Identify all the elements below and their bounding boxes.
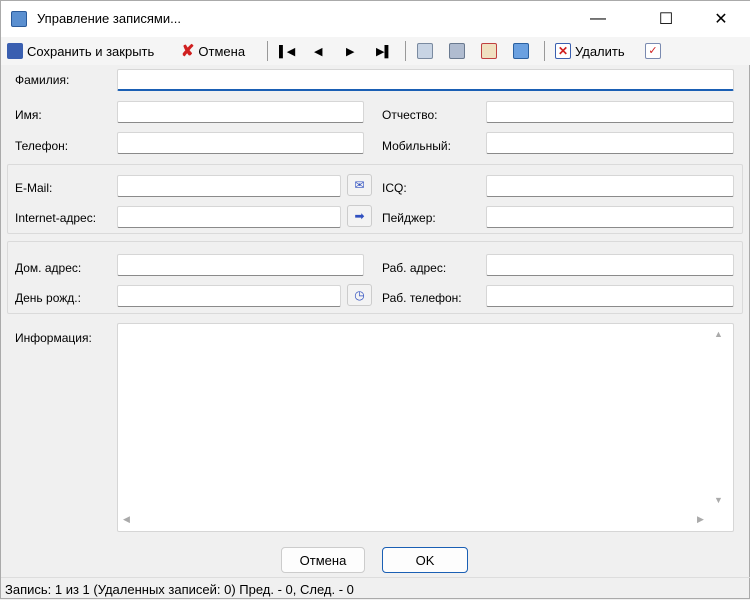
phone-input[interactable] — [117, 132, 364, 154]
contacts-icon — [449, 43, 465, 59]
clock-icon: ◷ — [354, 288, 365, 302]
home-address-label: Дом. адрес: — [15, 261, 82, 275]
separator — [405, 41, 406, 61]
cancel-toolbar-button[interactable]: ✘ Отмена — [181, 41, 245, 61]
app-icon — [11, 11, 27, 27]
delete-icon: ✕ — [555, 43, 571, 59]
send-email-button[interactable]: ✉ — [347, 174, 372, 196]
icq-label: ICQ: — [382, 181, 407, 195]
status-bar: Запись: 1 из 1 (Удаленных записей: 0) Пр… — [1, 577, 750, 600]
save-icon — [7, 43, 23, 59]
next-record-button[interactable]: ▶ — [346, 41, 354, 61]
cancel-label: Отмена — [198, 43, 246, 59]
open-url-button[interactable]: ➡ — [347, 205, 372, 227]
save-close-button[interactable]: Сохранить и закрыть — [7, 41, 154, 61]
separator — [544, 41, 545, 61]
cancel-button[interactable]: Отмена — [281, 547, 365, 573]
email-label: E-Mail: — [15, 181, 53, 195]
mobile-label: Мобильный: — [382, 139, 451, 153]
check-button[interactable]: ✓ — [645, 41, 661, 61]
surname-input[interactable] — [117, 69, 734, 91]
internet-icon — [513, 43, 529, 59]
web-button[interactable] — [513, 41, 529, 61]
patronymic-input[interactable] — [486, 101, 734, 123]
icq-input[interactable] — [486, 175, 734, 197]
ok-button[interactable]: OK — [382, 547, 468, 573]
checklist-icon — [481, 43, 497, 59]
contacts-button[interactable] — [449, 41, 465, 61]
internet-input[interactable] — [117, 206, 341, 228]
scroll-right-icon[interactable]: ▶ — [697, 514, 704, 525]
name-label: Имя: — [15, 108, 42, 122]
internet-label: Internet-адрес: — [15, 211, 97, 225]
info-textarea[interactable] — [117, 323, 734, 532]
scroll-left-icon[interactable]: ◀ — [123, 514, 130, 525]
mobile-input[interactable] — [486, 132, 734, 154]
document-check-icon: ✓ — [645, 43, 661, 59]
birthday-label: День рожд.: — [15, 291, 81, 305]
surname-label: Фамилия: — [15, 73, 70, 87]
name-input[interactable] — [117, 101, 364, 123]
prev-record-button[interactable]: ◀ — [314, 41, 322, 61]
info-label: Информация: — [15, 331, 92, 345]
phone-label: Телефон: — [15, 139, 69, 153]
email-input[interactable] — [117, 175, 341, 197]
maximize-button[interactable]: ☐ — [643, 1, 689, 37]
work-address-input[interactable] — [486, 254, 734, 276]
work-address-label: Раб. адрес: — [382, 261, 447, 275]
scroll-up-icon[interactable]: ▲ — [714, 329, 723, 339]
pager-label: Пейджер: — [382, 211, 436, 225]
envelope-icon: ✉ — [354, 178, 365, 192]
first-record-button[interactable]: ▌◀ — [279, 41, 295, 61]
pager-input[interactable] — [486, 206, 734, 228]
last-record-button[interactable]: ▶▌ — [376, 41, 392, 61]
close-button[interactable]: ✕ — [698, 1, 744, 37]
minimize-button[interactable]: — — [575, 1, 621, 37]
work-phone-input[interactable] — [486, 285, 734, 307]
scroll-down-icon[interactable]: ▼ — [714, 495, 723, 505]
delete-label: Удалить — [575, 43, 625, 59]
separator — [267, 41, 268, 61]
birthday-input[interactable] — [117, 285, 341, 307]
work-phone-label: Раб. телефон: — [382, 291, 462, 305]
cancel-x-icon: ✘ — [181, 43, 195, 60]
patronymic-label: Отчество: — [382, 108, 438, 122]
delete-button[interactable]: ✕ Удалить — [555, 41, 625, 61]
contact-card-icon — [417, 43, 433, 59]
date-picker-button[interactable]: ◷ — [347, 284, 372, 306]
save-close-label: Сохранить и закрыть — [27, 43, 155, 59]
tasks-button[interactable] — [481, 41, 497, 61]
arrow-right-icon: ➡ — [354, 209, 365, 223]
contact-card-button[interactable] — [417, 41, 433, 61]
window-title: Управление записями... — [37, 11, 181, 26]
home-address-input[interactable] — [117, 254, 364, 276]
